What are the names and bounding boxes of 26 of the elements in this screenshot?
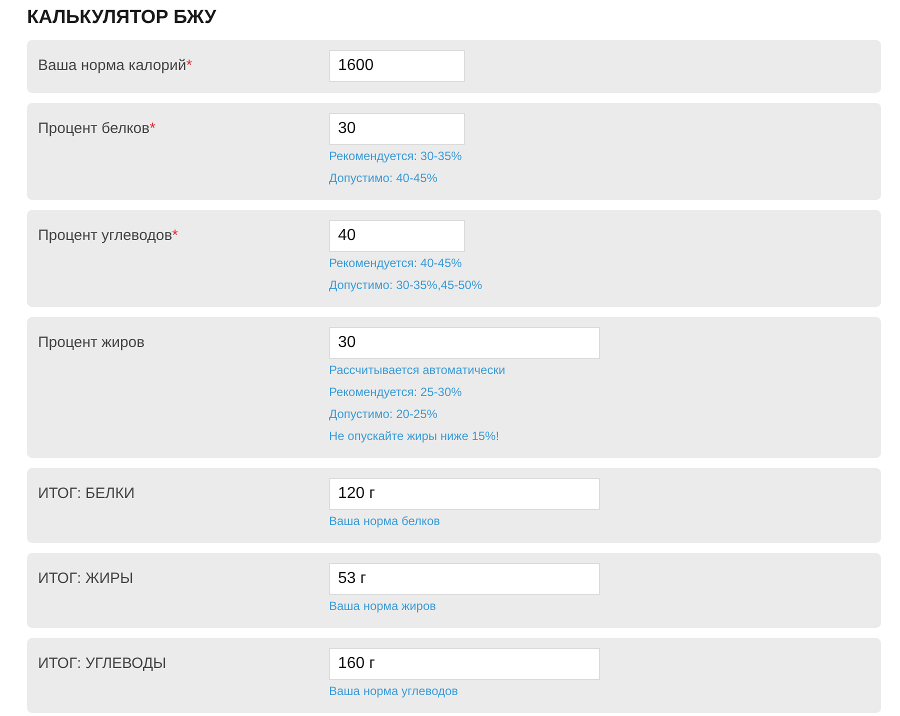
input-field[interactable]: 30 (329, 327, 600, 359)
field-label: ИТОГ: ЖИРЫ (38, 569, 134, 589)
hint-text: Рекомендуется: 30-35% (329, 148, 463, 165)
field-label: Процент углеводов* (38, 226, 180, 246)
field-label: Процент жиров (38, 333, 146, 353)
hint-text: Рекомендуется: 25-30% (329, 384, 463, 401)
hint-text: Допустимо: 20-25% (329, 406, 438, 423)
hint-text: Ваша норма жиров (329, 598, 437, 615)
page-title: КАЛЬКУЛЯТОР БЖУ (27, 6, 218, 30)
hint-text: Ваша норма белков (329, 513, 441, 530)
hint-text: Не опускайте жиры ниже 15%! (329, 428, 500, 445)
field-label: Процент белков* (38, 119, 156, 139)
hint-text: Ваша норма углеводов (329, 683, 460, 700)
input-field[interactable]: 30 (329, 113, 465, 145)
input-field[interactable]: 120 г (329, 478, 600, 510)
field-label: ИТОГ: УГЛЕВОДЫ (38, 654, 168, 674)
input-field[interactable]: 53 г (329, 563, 600, 595)
field-label: Ваша норма калорий* (38, 56, 194, 76)
input-field[interactable]: 160 г (329, 648, 600, 680)
hint-text: Допустимо: 30-35%,45-50% (329, 277, 482, 294)
field-label: ИТОГ: БЕЛКИ (38, 484, 136, 504)
hint-text: Рекомендуется: 40-45% (329, 255, 463, 272)
hint-text: Рассчитывается автоматически (329, 362, 506, 379)
input-field[interactable]: 40 (329, 220, 465, 252)
input-field[interactable]: 1600 (329, 50, 465, 82)
hint-text: Допустимо: 40-45% (329, 170, 438, 187)
